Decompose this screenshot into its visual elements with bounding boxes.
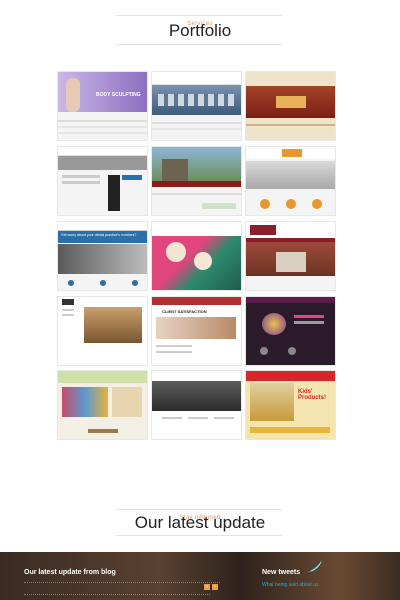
portfolio-title: Portfolio bbox=[168, 21, 232, 40]
portfolio-item[interactable]: BODY SCULPTING bbox=[58, 72, 147, 140]
portfolio-item[interactable] bbox=[152, 371, 241, 439]
logo bbox=[282, 149, 302, 157]
blog-prev-button[interactable]: ‹ bbox=[204, 584, 210, 590]
product-photo bbox=[62, 387, 108, 417]
office-photo bbox=[152, 381, 241, 411]
promo-image bbox=[262, 313, 286, 335]
portfolio-item[interactable] bbox=[246, 297, 335, 365]
blog-next-button[interactable]: › bbox=[212, 584, 218, 590]
blog-divider bbox=[24, 594, 210, 595]
blog-divider bbox=[24, 582, 220, 583]
footer-section: Our latest update from blog ‹ › New twee… bbox=[0, 552, 400, 600]
restaurant-photo bbox=[84, 307, 142, 343]
team-photo bbox=[246, 161, 335, 189]
twitter-bird-icon bbox=[308, 560, 322, 572]
people-photo bbox=[156, 317, 236, 339]
banner-text: BODY SCULPTING bbox=[96, 92, 141, 98]
dental-photo bbox=[58, 244, 147, 274]
banner-text: Kids' Products! bbox=[298, 389, 327, 401]
portfolio-item[interactable] bbox=[152, 222, 241, 290]
portfolio-item[interactable]: Kids' Products! bbox=[246, 371, 335, 439]
banner-text: Get worry about your dental practice's n… bbox=[61, 233, 137, 237]
portfolio-item[interactable] bbox=[246, 72, 335, 140]
portfolio-item[interactable] bbox=[246, 147, 335, 215]
portfolio-item[interactable] bbox=[152, 72, 241, 140]
updates-title: Our latest update bbox=[134, 513, 266, 532]
portfolio-item[interactable] bbox=[246, 222, 335, 290]
model-image bbox=[66, 78, 80, 112]
portfolio-item[interactable] bbox=[58, 147, 147, 215]
logo bbox=[250, 225, 276, 235]
logo bbox=[62, 299, 74, 305]
portfolio-item[interactable] bbox=[152, 147, 241, 215]
portfolio-item[interactable]: Get worry about your dental practice's n… bbox=[58, 222, 147, 290]
tweets-subtitle: What being said about us bbox=[262, 582, 319, 588]
banner-text: CLIENT SATISFACTION bbox=[162, 309, 207, 314]
product-photo bbox=[250, 383, 294, 421]
blog-title: Our latest update from blog bbox=[24, 569, 116, 576]
portfolio-item[interactable] bbox=[58, 297, 147, 365]
portfolio-rule-bottom bbox=[116, 44, 282, 45]
portfolio-item[interactable]: CLIENT SATISFACTION bbox=[152, 297, 241, 365]
banner bbox=[58, 156, 147, 170]
updates-rule-bottom bbox=[116, 535, 282, 536]
tweets-title: New tweets bbox=[262, 569, 301, 576]
portfolio-item[interactable] bbox=[58, 371, 147, 439]
